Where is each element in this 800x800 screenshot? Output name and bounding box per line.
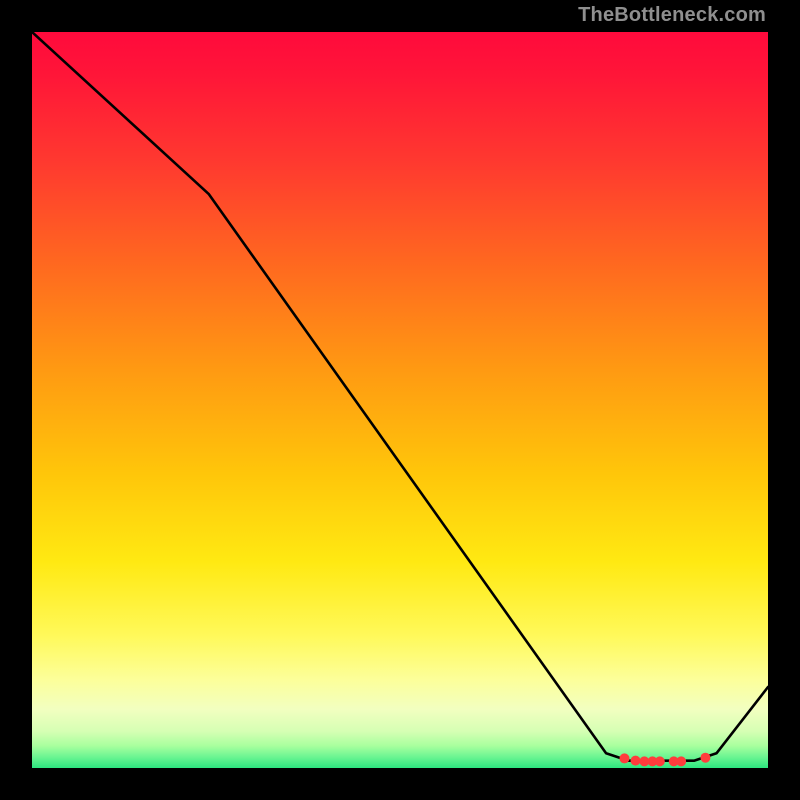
marker-dot	[639, 756, 649, 766]
curve-layer	[32, 32, 768, 768]
data-markers	[619, 753, 710, 767]
marker-dot	[647, 756, 657, 766]
marker-dot	[676, 756, 686, 766]
marker-dot	[669, 756, 679, 766]
marker-dot	[655, 756, 665, 766]
chart-frame: TheBottleneck.com	[0, 0, 800, 800]
marker-dot	[700, 753, 710, 763]
plot-area	[32, 32, 768, 768]
data-curve	[32, 32, 768, 761]
marker-dot	[631, 756, 641, 766]
marker-dot	[619, 753, 629, 763]
attribution-label: TheBottleneck.com	[578, 4, 766, 27]
